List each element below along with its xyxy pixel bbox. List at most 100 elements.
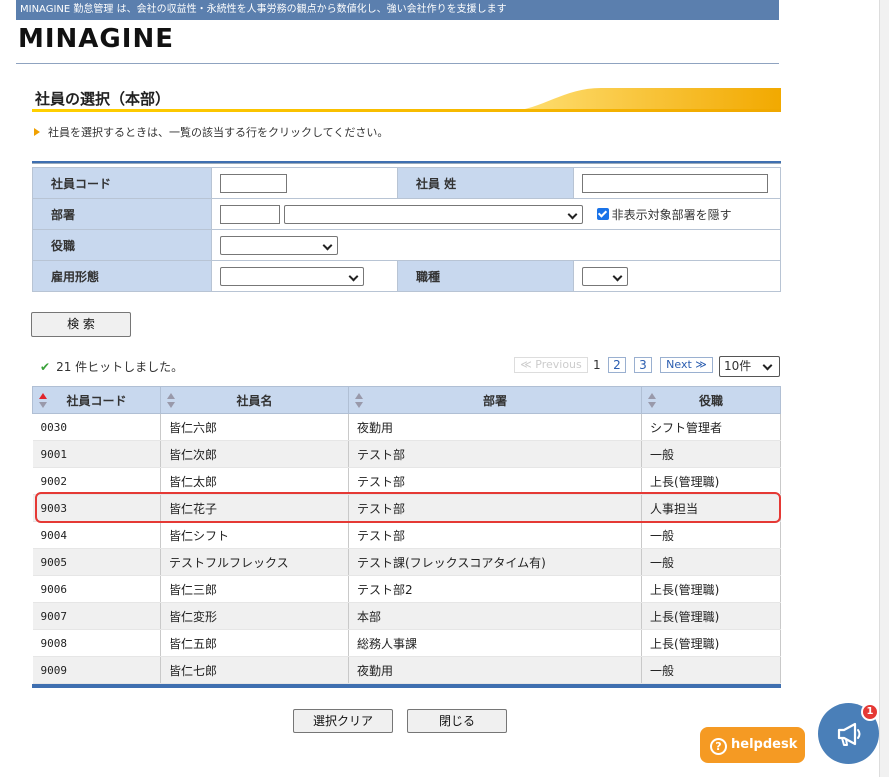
cell-position: 一般 [641,548,781,576]
employee-code-input[interactable] [220,173,287,193]
cell-position: 一般 [641,521,781,549]
selection-highlight [35,492,781,523]
table-row[interactable]: 9009 皆仁七郎 夜勤用 一般 [32,656,781,684]
department-select[interactable] [283,204,583,224]
cell-name: テストフルフレックス [160,548,349,576]
page-2-link[interactable]: 2 [608,357,626,373]
cell-department: 夜勤用 [348,413,642,441]
page-3-link[interactable]: 3 [634,357,652,373]
sort-icon[interactable] [39,393,47,409]
table-row[interactable]: 9002 皆仁太郎 テスト部 上長(管理職) [32,467,781,495]
column-header-department[interactable]: 部署 [348,386,642,414]
job-type-cell [573,260,781,292]
position-cell [211,229,781,261]
checkmark-icon: ✔ [40,360,51,374]
column-header-position[interactable]: 役職 [641,386,781,414]
cell-position: 上長(管理職) [641,467,781,495]
department-label: 部署 [32,198,212,230]
table-row[interactable]: 9001 皆仁次郎 テスト部 一般 [32,440,781,468]
next-page-button[interactable]: Next ≫ [660,357,713,373]
sort-icon[interactable] [355,393,363,409]
column-header-name[interactable]: 社員名 [160,386,349,414]
arrow-icon [34,128,40,136]
cell-code: 9006 [32,575,161,603]
cell-code: 0030 [32,413,161,441]
cell-name: 皆仁太郎 [160,467,349,495]
employee-code-label: 社員コード [32,167,212,199]
notification-badge: 1 [861,703,879,721]
cell-code: 9005 [32,548,161,576]
previous-page-button[interactable]: ≪ Previous [514,357,588,373]
job-type-select[interactable] [582,266,628,286]
column-header-code[interactable]: 社員コード [32,386,161,414]
department-code-input[interactable] [220,204,280,224]
close-button[interactable]: 閉じる [407,709,507,733]
section-title: 社員の選択（本部） [32,86,781,112]
current-page: 1 [593,358,601,372]
hide-departments-checkbox[interactable] [596,208,609,220]
search-form: 社員コード 社員 姓 部署 非表示対象部署を隠す 役職 雇用形態 職種 [32,167,781,292]
page-title: 社員の選択（本部） [35,90,171,108]
cell-department: テスト課(フレックスコアタイム有) [348,548,642,576]
clear-selection-button[interactable]: 選択クリア [293,709,393,733]
cell-department: 夜勤用 [348,656,642,684]
cell-name: 皆仁変形 [160,602,349,630]
form-top-border [32,161,781,164]
cell-name: 皆仁七郎 [160,656,349,684]
top-banner: MINAGINE 勤怠管理 は、会社の収益性・永続性を人事労務の観点から数値化し… [16,0,779,20]
cell-code: 9002 [32,467,161,495]
sort-icon[interactable] [648,393,656,409]
employment-cell [211,260,398,292]
cell-position: 一般 [641,656,781,684]
department-cell: 非表示対象部署を隠す [211,198,781,230]
help-icon: ? [710,738,727,755]
helpdesk-label: helpdesk [731,737,798,752]
cell-position: 上長(管理職) [641,575,781,603]
cell-code: 9004 [32,521,161,549]
employee-code-cell [211,167,398,199]
table-row[interactable]: 9005 テストフルフレックス テスト課(フレックスコアタイム有) 一般 [32,548,781,576]
table-row[interactable]: 9007 皆仁変形 本部 上長(管理職) [32,602,781,630]
scrollbar[interactable] [879,0,889,777]
cell-code: 9009 [32,656,161,684]
search-button[interactable]: 検 索 [31,312,131,337]
position-label: 役職 [32,229,212,261]
cell-position: 一般 [641,440,781,468]
employment-label: 雇用形態 [32,260,212,292]
cell-department: テスト部 [348,467,642,495]
cell-department: 本部 [348,602,642,630]
cell-position: 上長(管理職) [641,629,781,657]
cell-position: シフト管理者 [641,413,781,441]
cell-name: 皆仁三郎 [160,575,349,603]
table-bottom-border [32,684,781,688]
employee-table: 社員コード 社員名 部署 役職 0030 皆仁六郎 夜勤用 シフト管理者 900… [32,386,781,684]
cell-department: テスト部 [348,440,642,468]
table-row[interactable]: 9006 皆仁三郎 テスト部2 上長(管理職) [32,575,781,603]
surname-cell [573,167,781,199]
surname-input[interactable] [582,173,768,193]
surname-label: 社員 姓 [397,167,574,199]
cell-code: 9007 [32,602,161,630]
cell-department: テスト部2 [348,575,642,603]
cell-department: テスト部 [348,521,642,549]
cell-position: 上長(管理職) [641,602,781,630]
cell-name: 皆仁五郎 [160,629,349,657]
header-divider [16,63,779,64]
table-row[interactable]: 9004 皆仁シフト テスト部 一般 [32,521,781,549]
cell-name: 皆仁次郎 [160,440,349,468]
hide-departments-label: 非表示対象部署を隠す [611,207,732,222]
employment-select[interactable] [220,266,364,286]
sort-icon[interactable] [167,393,175,409]
cell-code: 9008 [32,629,161,657]
helpdesk-button[interactable]: ? helpdesk [700,727,805,763]
minagine-logo: MINAGINE [18,24,174,54]
table-row[interactable]: 0030 皆仁六郎 夜勤用 シフト管理者 [32,413,781,441]
cell-name: 皆仁六郎 [160,413,349,441]
job-type-label: 職種 [397,260,574,292]
table-row[interactable]: 9008 皆仁五郎 総務人事課 上長(管理職) [32,629,781,657]
page-size-select[interactable]: 10件 [719,356,780,377]
instruction-text: 社員を選択するときは、一覧の該当する行をクリックしてください。 [34,124,388,140]
hit-count: ✔ 21 件ヒットしました。 [40,360,184,374]
title-underline [32,109,781,112]
position-select[interactable] [220,235,338,255]
